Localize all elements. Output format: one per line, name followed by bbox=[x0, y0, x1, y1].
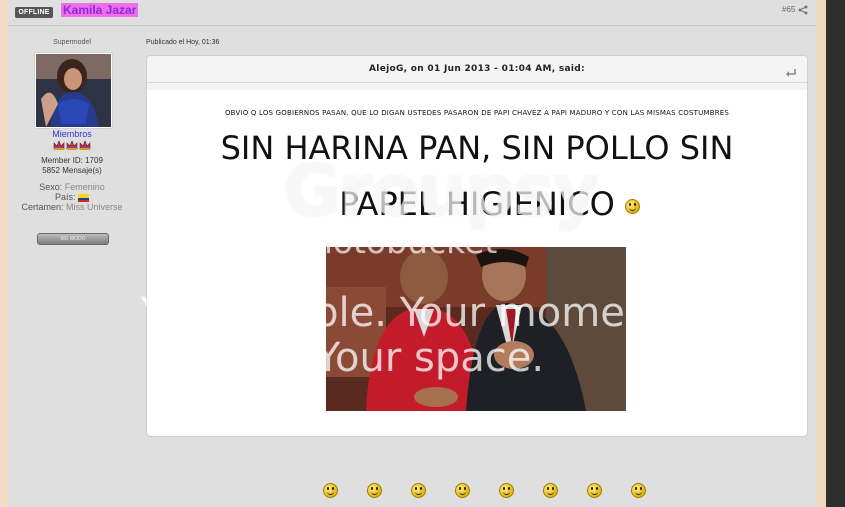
smiley-icon bbox=[411, 483, 426, 498]
share-icon[interactable] bbox=[798, 5, 808, 15]
smiley-icon bbox=[455, 483, 470, 498]
post-count: 5852 Mensaje(s) bbox=[42, 166, 102, 175]
sex-label: Sexo: bbox=[39, 182, 63, 192]
smiley-icon bbox=[587, 483, 602, 498]
country-label: País: bbox=[54, 192, 76, 202]
author-name-link[interactable]: Kamila Jazar bbox=[61, 3, 139, 17]
smiley-icon bbox=[367, 483, 382, 498]
quote-big-line-2: PAPEL HIGIENICO bbox=[339, 185, 615, 223]
group-link[interactable]: Miembros bbox=[32, 129, 112, 139]
contest-label: Certamen: bbox=[21, 202, 64, 212]
quote-divider bbox=[147, 82, 807, 83]
venezuela-flag-icon bbox=[78, 193, 90, 202]
sex-value: Femenino bbox=[64, 182, 105, 192]
smiley-icon bbox=[323, 483, 338, 498]
post-number-link[interactable]: #65 bbox=[782, 5, 795, 14]
sex-row: Sexo: Femenino bbox=[17, 182, 127, 192]
smiley-icon bbox=[631, 483, 646, 498]
right-scroll-area bbox=[826, 0, 845, 507]
member-id: Member ID: 1709 bbox=[41, 156, 103, 165]
post-timestamp: Publicado el Hoy, 01:36 bbox=[146, 39, 220, 46]
country-row: País: bbox=[17, 192, 127, 202]
header-divider bbox=[8, 25, 816, 26]
smiley-icon bbox=[499, 483, 514, 498]
rank-icons bbox=[52, 139, 92, 153]
crown-icon bbox=[79, 140, 91, 150]
crown-icon bbox=[53, 140, 65, 150]
avatar[interactable] bbox=[35, 53, 112, 128]
mg-mode-button[interactable]: MG MODO bbox=[37, 233, 109, 245]
right-border bbox=[816, 0, 826, 507]
contest-row: Certamen: Miss Universe bbox=[17, 202, 127, 212]
post-photo[interactable] bbox=[326, 247, 626, 411]
status-badge: OFFLINE bbox=[15, 7, 53, 18]
contest-value: Miss Universe bbox=[66, 202, 123, 212]
quote-small-text: OBVIO Q LOS GOBIERNOS PASAN. QUE LO DIGA… bbox=[224, 109, 730, 117]
crown-icon bbox=[66, 140, 78, 150]
quote-citation: AlejoG, on 01 Jun 2013 - 01:04 AM, said: bbox=[369, 64, 585, 74]
return-arrow-icon[interactable] bbox=[785, 68, 797, 78]
quote-big-line-1: SIN HARINA PAN, SIN POLLO SIN bbox=[220, 129, 734, 167]
smiley-icon bbox=[625, 199, 640, 214]
smiley-icon bbox=[543, 483, 558, 498]
left-border bbox=[0, 0, 8, 507]
user-title: Supermodel bbox=[53, 39, 91, 46]
